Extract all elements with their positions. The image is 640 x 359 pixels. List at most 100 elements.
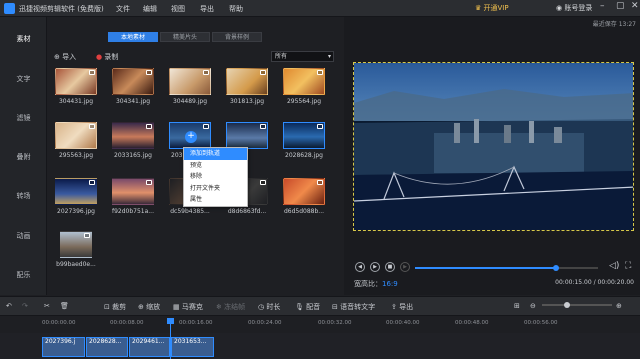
import-button[interactable]: ⊕ 导入	[54, 52, 76, 62]
media-tile[interactable]: 304431.jpg	[55, 68, 97, 108]
track-clip[interactable]: 2031653...	[171, 337, 214, 357]
media-thumbnail	[55, 178, 97, 205]
image-type-icon	[260, 70, 266, 75]
media-thumbnail	[112, 122, 154, 149]
menu-edit[interactable]: 编辑	[143, 4, 157, 14]
track-clip[interactable]: 2029461...	[129, 337, 170, 357]
ruler-label: 00:00:08.00	[110, 320, 144, 326]
fit-icon[interactable]: ⊞	[514, 302, 520, 310]
media-filename: 2033165.jpg	[114, 152, 152, 159]
media-tile[interactable]: d6d5d088b...	[283, 178, 325, 218]
ctx-preview[interactable]: 预览	[184, 160, 247, 172]
media-thumbnail	[283, 122, 325, 149]
minimize-icon[interactable]: –	[600, 1, 605, 11]
media-thumbnail	[55, 122, 97, 149]
split-icon[interactable]: ✂	[44, 302, 50, 310]
menu-file[interactable]: 文件	[116, 4, 130, 14]
ctx-open-folder[interactable]: 打开文件夹	[184, 183, 247, 195]
speech-to-text-button[interactable]: ⊟ 语音转文字	[332, 302, 375, 312]
zoom-in-icon[interactable]: ⊕	[616, 302, 622, 310]
ratio-value: 16:9	[382, 280, 398, 288]
freeze-frame-button[interactable]: ❄ 冻结帧	[216, 302, 245, 312]
media-tile[interactable]: 304341.jpg	[112, 68, 154, 108]
nav-music[interactable]: 配乐	[0, 265, 47, 285]
nav-transition[interactable]: 转场	[0, 186, 47, 206]
media-tile[interactable]: b99baed0e...	[55, 231, 97, 271]
delete-icon[interactable]: 🗑	[60, 302, 69, 310]
media-filename: d6d5d088b...	[283, 208, 325, 215]
media-tile[interactable]: 2028628.jpg	[283, 122, 325, 162]
image-type-icon	[260, 124, 266, 129]
volume-icon[interactable]: ◁)	[609, 261, 619, 271]
dub-button[interactable]: 🎙 配音	[295, 302, 320, 312]
stop-icon[interactable]: ■	[385, 262, 395, 272]
play-icon[interactable]: ▶	[370, 262, 380, 272]
media-tile[interactable]: 301813.jpg	[226, 68, 268, 108]
ctx-add-to-track[interactable]: 添加到轨道	[184, 148, 247, 160]
nav-filter[interactable]: 滤镜	[0, 108, 47, 128]
media-filename: 304431.jpg	[58, 98, 94, 105]
media-filename: dc59b4385...	[170, 208, 210, 215]
image-type-icon	[317, 124, 323, 129]
ctx-properties[interactable]: 属性	[184, 194, 247, 206]
tab-intros[interactable]: 精美片头	[160, 32, 210, 42]
nav-media[interactable]: 素材	[0, 29, 47, 49]
zoom-out-icon[interactable]: ⊖	[530, 302, 536, 310]
seek-handle[interactable]	[552, 265, 559, 271]
mosaic-button[interactable]: ▦ 马赛克	[173, 302, 203, 312]
media-tile[interactable]: 2033165.jpg	[112, 122, 154, 162]
media-tile[interactable]: 304489.jpg	[169, 68, 211, 108]
filter-select[interactable]: 所有 ▾	[271, 51, 334, 62]
autosave-status: 最近保存 13:27	[592, 21, 636, 28]
track-clip[interactable]: 2027396.j	[42, 337, 85, 357]
media-thumbnail	[226, 122, 268, 149]
next-frame-icon[interactable]: ▶	[400, 262, 410, 272]
undo-icon[interactable]: ↶	[6, 302, 12, 310]
zoom-handle[interactable]	[563, 302, 570, 308]
image-type-icon	[203, 124, 209, 129]
nav-overlay[interactable]: 叠附	[0, 147, 47, 167]
media-thumbnail	[283, 68, 325, 95]
nav-animation[interactable]: 动画	[0, 226, 47, 246]
title-bar: 迅捷视频剪辑软件 (免费版) 文件 编辑 视图 导出 帮助 ♛ 开通VIP ◉ …	[0, 0, 640, 17]
crop-label: 裁剪	[112, 303, 127, 311]
crop-button[interactable]: ⊡ 裁剪	[104, 302, 126, 312]
zoom-button[interactable]: ⊕ 缩放	[138, 302, 160, 312]
export-button[interactable]: ⇪ 导出	[391, 302, 413, 312]
ruler-label: 00:00:56.00	[524, 320, 558, 326]
add-to-track-icon[interactable]: +	[185, 131, 197, 143]
playhead[interactable]	[167, 318, 174, 359]
menu-help[interactable]: 帮助	[229, 4, 243, 14]
tab-backgrounds[interactable]: 背景样例	[212, 32, 262, 42]
media-tile[interactable]: 295564.jpg	[283, 68, 325, 108]
prev-frame-icon[interactable]: ◀	[355, 262, 365, 272]
menu-view[interactable]: 视图	[171, 4, 185, 14]
video-track: 2027396.j 2028628... 2029461... 2031653.…	[0, 333, 640, 359]
close-icon[interactable]: ✕	[631, 1, 639, 11]
ctx-remove[interactable]: 移除	[184, 171, 247, 183]
ruler-label: 00:00:16.00	[179, 320, 213, 326]
video-canvas[interactable]	[353, 62, 634, 231]
record-button[interactable]: ● 录制	[96, 52, 118, 62]
redo-icon[interactable]: ↷	[22, 302, 28, 310]
media-thumbnail: +	[169, 122, 211, 149]
aspect-ratio[interactable]: 宽高比：16:9	[354, 279, 398, 289]
image-type-icon	[89, 180, 95, 185]
track-clip[interactable]: 2028628...	[86, 337, 128, 357]
vip-button[interactable]: ♛ 开通VIP	[475, 3, 509, 13]
timeline-zoom-slider[interactable]	[542, 302, 612, 308]
seek-bar[interactable]	[415, 265, 598, 271]
media-tile[interactable]: 2027396.jpg	[55, 178, 97, 218]
filter-value: 所有	[275, 53, 288, 60]
nav-text[interactable]: 文字	[0, 69, 47, 89]
maximize-icon[interactable]: ▢	[616, 1, 625, 11]
media-thumbnail	[226, 68, 268, 95]
media-tile[interactable]: 295563.jpg	[55, 122, 97, 162]
seek-progress	[415, 267, 556, 269]
tab-local-media[interactable]: 本地素材	[108, 32, 158, 42]
media-tile[interactable]: f92d0b751a...	[112, 178, 154, 218]
duration-button[interactable]: ◷ 时长	[258, 302, 280, 312]
fullscreen-icon[interactable]: ⛶	[625, 261, 631, 271]
menu-export[interactable]: 导出	[200, 4, 214, 14]
media-filename: d8d6863fd...	[227, 208, 267, 215]
